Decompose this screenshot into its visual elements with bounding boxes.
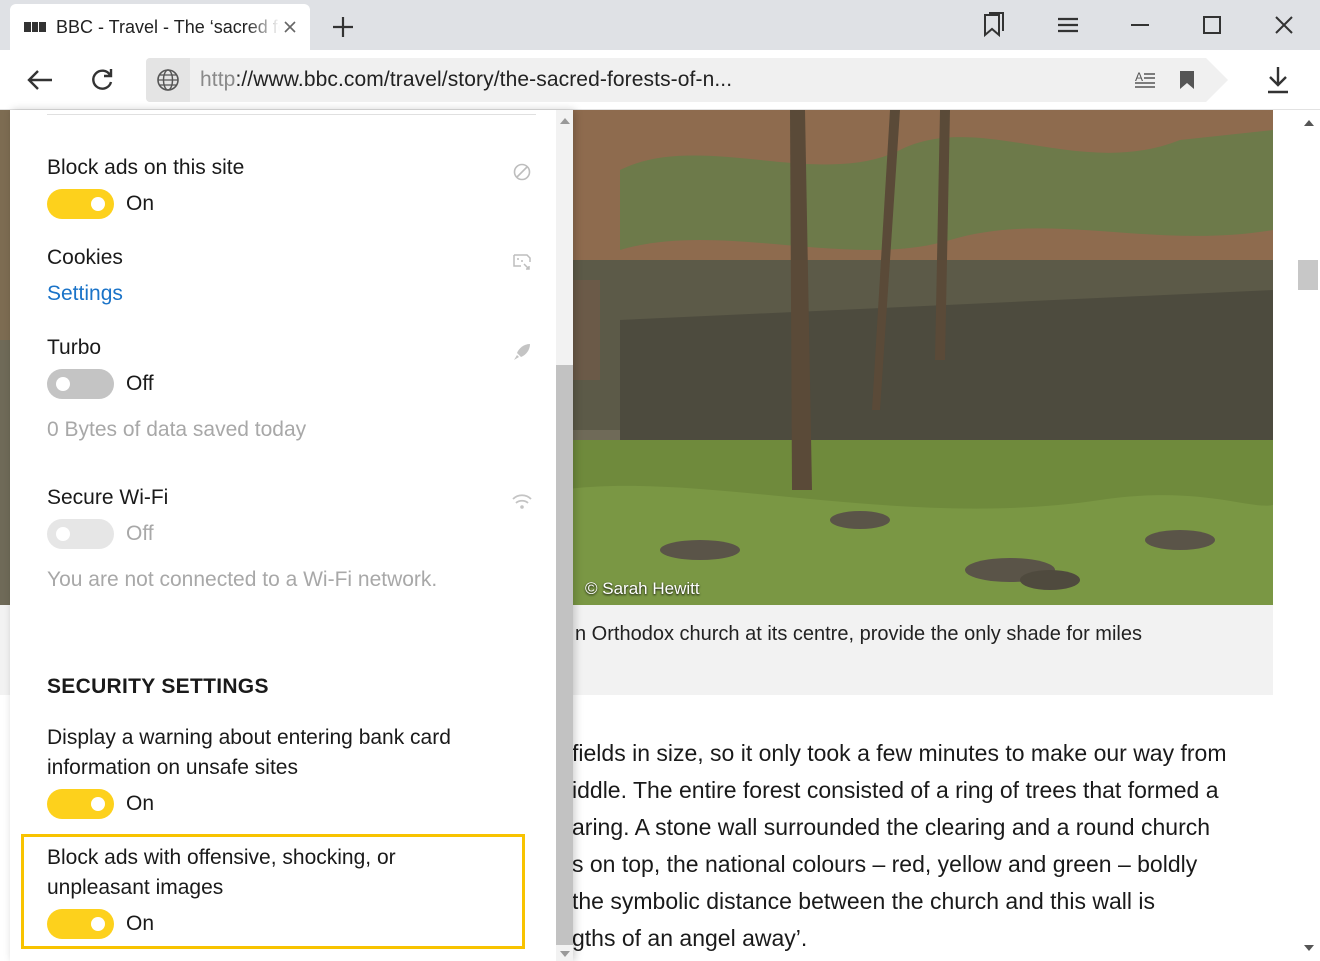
cookie-icon — [510, 250, 534, 274]
globe-icon[interactable] — [146, 58, 190, 102]
turbo-data-saved-hint: 0 Bytes of data saved today — [47, 418, 307, 441]
article-line: fields in size, so it only took a few mi… — [572, 740, 1227, 766]
downloads-button[interactable] — [1260, 62, 1296, 98]
offensive-ads-label-line2: unpleasant images — [47, 876, 224, 899]
url-text[interactable]: http://www.bbc.com/travel/story/the-sacr… — [200, 68, 1128, 92]
cookies-label: Cookies — [47, 246, 123, 269]
bookmarks-manager-icon[interactable] — [976, 8, 1012, 42]
new-tab-button[interactable] — [328, 12, 358, 42]
block-ads-site-toggle[interactable] — [47, 189, 114, 219]
svg-text:A: A — [1135, 70, 1143, 84]
page-scrollbar[interactable] — [1298, 110, 1320, 961]
block-ads-site-state: On — [126, 192, 155, 215]
block-ads-site-label: Block ads on this site — [47, 156, 245, 179]
page-scrollbar-thumb[interactable] — [1298, 260, 1318, 290]
photo-caption: n Orthodox church at its centre, provide… — [575, 623, 1142, 645]
reload-icon — [92, 69, 113, 90]
minimize-icon[interactable] — [1122, 8, 1158, 42]
article-line: gths of an angel away’. — [572, 925, 808, 951]
security-settings-heading: SECURITY SETTINGS — [47, 675, 269, 698]
bank-card-warning-state: On — [126, 792, 155, 815]
secure-wifi-toggle[interactable] — [47, 519, 114, 549]
tab-title: BBC - Travel - The ‘sacred forests’ — [56, 16, 280, 37]
scroll-up-arrow-icon[interactable] — [1304, 120, 1314, 126]
close-window-icon[interactable] — [1266, 8, 1302, 42]
offensive-ads-label-line1: Block ads with offensive, shocking, or — [47, 846, 396, 869]
menu-icon[interactable] — [1050, 8, 1086, 42]
bank-card-warning-toggle[interactable] — [47, 789, 114, 819]
block-icon — [510, 160, 534, 184]
toolbar: http://www.bbc.com/travel/story/the-sacr… — [0, 50, 1320, 110]
back-button[interactable] — [22, 62, 58, 98]
panel-scrollbar-thumb[interactable] — [556, 365, 573, 945]
tab-close-icon[interactable] — [280, 17, 300, 37]
article-line: s on top, the national colours – red, ye… — [572, 851, 1198, 877]
offensive-ads-state: On — [126, 912, 155, 935]
tab-strip: BBC - Travel - The ‘sacred forests’ — [0, 0, 1320, 50]
cookies-settings-link[interactable]: Settings — [47, 279, 123, 309]
wifi-icon — [510, 490, 534, 514]
turbo-label: Turbo — [47, 336, 102, 359]
turbo-toggle[interactable] — [47, 369, 114, 399]
secure-wifi-hint: You are not connected to a Wi-Fi network… — [47, 568, 438, 591]
scroll-down-arrow-icon[interactable] — [1304, 945, 1314, 951]
address-bar[interactable]: http://www.bbc.com/travel/story/the-sacr… — [146, 58, 1228, 102]
bank-card-label-line1: Display a warning about entering bank ca… — [47, 726, 451, 749]
secure-wifi-state: Off — [126, 522, 154, 545]
article-body: fields in size, so it only took a few mi… — [572, 738, 1272, 960]
tab-bbc-travel[interactable]: BBC - Travel - The ‘sacred forests’ — [10, 4, 310, 50]
article-line: aring. A stone wall surrounded the clear… — [572, 814, 1211, 840]
back-arrow-icon — [27, 70, 52, 90]
rocket-icon — [510, 340, 534, 364]
bank-card-label-line2: information on unsafe sites — [47, 756, 298, 779]
panel-scroll-down-icon[interactable] — [560, 951, 570, 957]
reader-mode-icon[interactable]: A — [1128, 63, 1162, 97]
bookmark-icon[interactable] — [1170, 63, 1204, 97]
download-icon — [1268, 67, 1288, 94]
secure-wifi-label: Secure Wi-Fi — [47, 486, 169, 509]
reload-button[interactable] — [84, 62, 120, 98]
offensive-ads-toggle[interactable] — [47, 909, 114, 939]
bbc-favicon-icon — [24, 22, 47, 32]
panel-scrollbar[interactable] — [556, 110, 573, 961]
turbo-state: Off — [126, 372, 154, 395]
protect-panel: Block ads on this site On Cookies Settin… — [10, 110, 573, 961]
article-line: the symbolic distance between the church… — [572, 888, 1155, 914]
photo-credit: © Sarah Hewitt — [585, 579, 700, 598]
article-line: iddle. The entire forest consisted of a … — [572, 777, 1219, 803]
panel-scroll-up-icon[interactable] — [560, 118, 570, 124]
maximize-icon[interactable] — [1194, 8, 1230, 42]
divider — [47, 114, 536, 115]
